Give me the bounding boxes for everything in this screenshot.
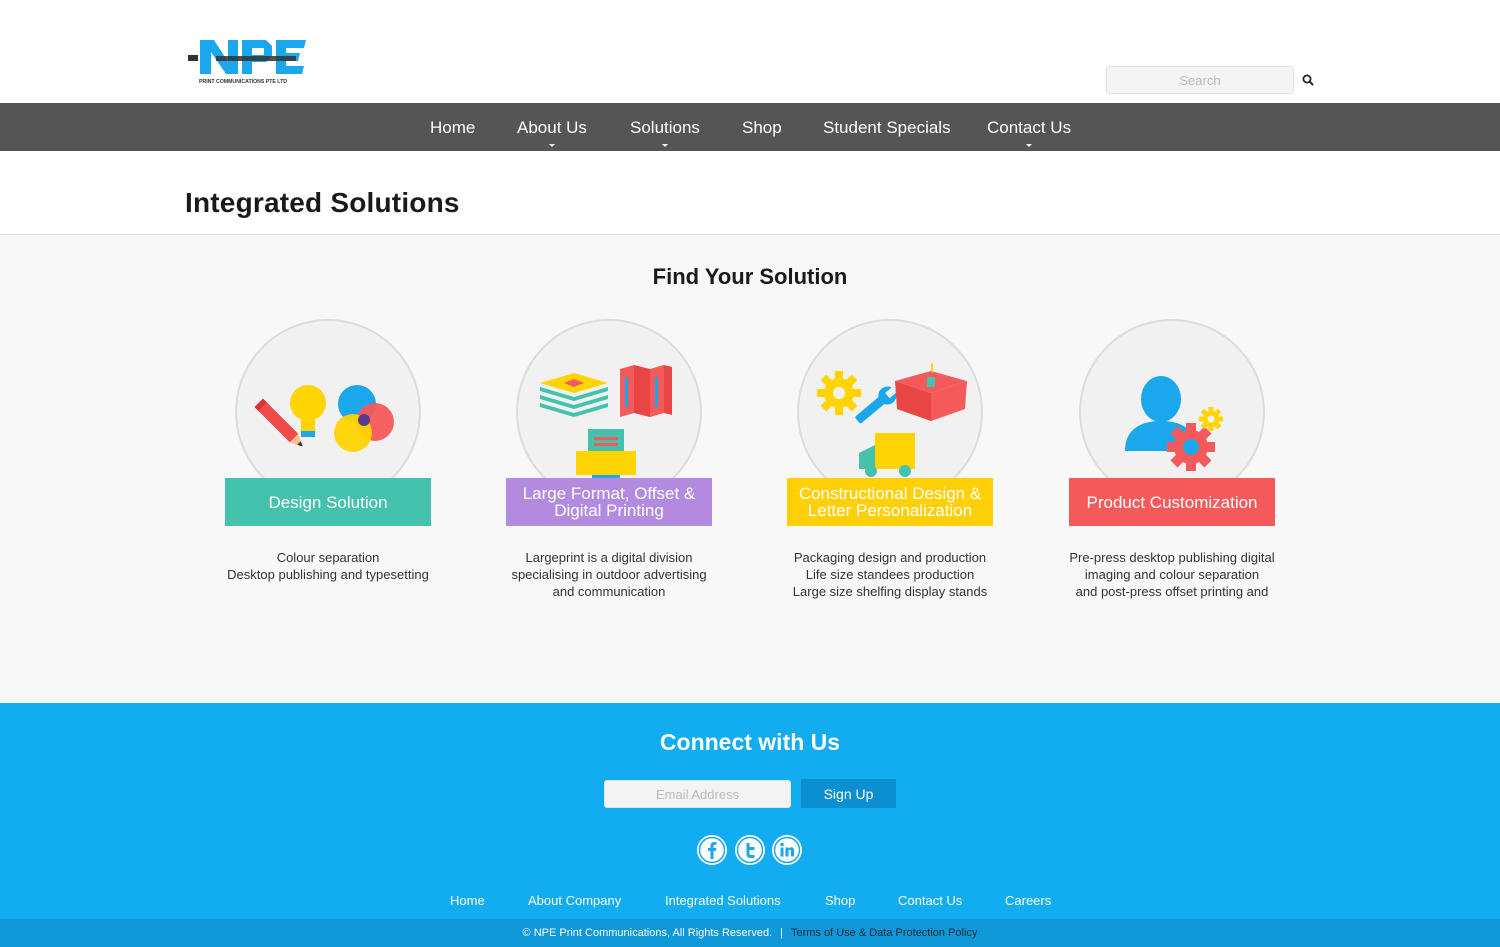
large-format-printing-button[interactable]: Large Format, Offset & Digital Printing	[506, 478, 712, 526]
search-box	[1106, 66, 1316, 94]
title-band: Integrated Solutions	[0, 151, 1500, 235]
card-description: Largeprint is a digital division special…	[486, 549, 732, 600]
design-solution-button[interactable]: Design Solution	[225, 478, 431, 526]
nav-shop[interactable]: Shop	[742, 103, 782, 151]
desc-line: and post-press offset printing and	[1075, 584, 1269, 599]
desc-line: and communication	[552, 584, 666, 599]
nav-solutions[interactable]: Solutions	[630, 103, 700, 151]
desc-line: imaging and colour separation	[1084, 567, 1260, 582]
signup-button[interactable]: Sign Up	[801, 779, 896, 808]
footer-link-integrated-solutions[interactable]: Integrated Solutions	[665, 893, 781, 908]
separator: |	[780, 927, 783, 939]
footer-link-careers[interactable]: Careers	[1005, 893, 1051, 908]
card-label: Design Solution	[268, 492, 388, 512]
desc-line: Life size standees production	[805, 567, 975, 582]
page-title: Integrated Solutions	[185, 187, 460, 218]
chevron-down-icon	[1026, 144, 1033, 147]
nav-contact-us[interactable]: Contact Us	[987, 103, 1071, 151]
product-customization-button[interactable]: Product Customization	[1069, 478, 1275, 526]
connect-title: Connect with Us	[659, 729, 841, 755]
solution-card-design: Design Solution Colour separation Deskto…	[225, 319, 431, 609]
nav-about-label: About Us	[517, 118, 587, 137]
npe-logo-graphic: PRINT COMMUNICATIONS PTE LTD	[188, 40, 306, 85]
logo-subtext: PRINT COMMUNICATIONS PTE LTD	[199, 79, 287, 85]
twitter-icon[interactable]	[735, 835, 765, 865]
footer-link-home[interactable]: Home	[450, 893, 485, 908]
desc-line: Large size shelfing display stands	[792, 584, 988, 599]
site-header: PRINT COMMUNICATIONS PTE LTD	[0, 0, 1500, 103]
section-heading: Find Your Solution	[652, 264, 848, 289]
chevron-down-icon	[548, 144, 555, 147]
desc-line: Pre-press desktop publishing digital	[1069, 550, 1275, 565]
search-input[interactable]	[1106, 66, 1294, 94]
nav-shop-label: Shop	[742, 118, 782, 137]
solutions-section: Find Your Solution Design Solution Colou…	[0, 236, 1500, 703]
copyright-text: © NPE Print Communications, All Rights R…	[522, 927, 773, 939]
footer-link-about-company[interactable]: About Company	[528, 893, 621, 908]
desc-line: Desktop publishing and typesetting	[227, 567, 429, 582]
linkedin-icon[interactable]	[772, 835, 802, 865]
nav-student-specials[interactable]: Student Specials	[823, 103, 951, 151]
copyright-bar: © NPE Print Communications, All Rights R…	[0, 919, 1500, 947]
nav-student-label: Student Specials	[823, 118, 951, 137]
card-label: Large Format, Offset & Digital Printing	[522, 484, 696, 520]
site-footer: Connect with Us Sign Up Home About Compa…	[0, 703, 1500, 919]
card-description: Colour separation Desktop publishing and…	[205, 549, 451, 583]
email-field[interactable]	[604, 780, 791, 808]
facebook-icon[interactable]	[697, 835, 727, 865]
desc-line: Colour separation	[276, 550, 380, 565]
main-nav: Home About Us Solutions Shop Student Spe…	[0, 103, 1500, 151]
nav-about-us[interactable]: About Us	[517, 103, 587, 151]
card-label: Constructional Design & Letter Personali…	[798, 484, 982, 520]
desc-line: Largeprint is a digital division	[525, 550, 693, 565]
solution-card-customization: Product Customization Pre-press desktop …	[1069, 319, 1275, 609]
constructional-design-button[interactable]: Constructional Design & Letter Personali…	[787, 478, 993, 526]
solution-card-printing: Large Format, Offset & Digital Printing …	[506, 319, 712, 609]
card-description: Packaging design and production Life siz…	[767, 549, 1013, 600]
card-description: Pre-press desktop publishing digital ima…	[1049, 549, 1295, 600]
nav-home-label: Home	[430, 118, 476, 137]
nav-contact-label: Contact Us	[987, 118, 1072, 137]
solution-card-constructional: Constructional Design & Letter Personali…	[787, 319, 993, 609]
npe-logo[interactable]: PRINT COMMUNICATIONS PTE LTD	[186, 36, 310, 88]
policy-link[interactable]: Terms of Use & Data Protection Policy	[791, 927, 977, 939]
footer-link-shop[interactable]: Shop	[825, 893, 855, 908]
card-label: Product Customization	[1086, 492, 1258, 512]
desc-line: specialising in outdoor advertising	[511, 567, 707, 582]
footer-link-contact-us[interactable]: Contact Us	[898, 893, 962, 908]
search-icon[interactable]	[1301, 73, 1315, 87]
chevron-down-icon	[661, 144, 668, 147]
nav-solutions-label: Solutions	[630, 118, 700, 137]
desc-line: Packaging design and production	[793, 550, 987, 565]
nav-home[interactable]: Home	[430, 103, 475, 151]
